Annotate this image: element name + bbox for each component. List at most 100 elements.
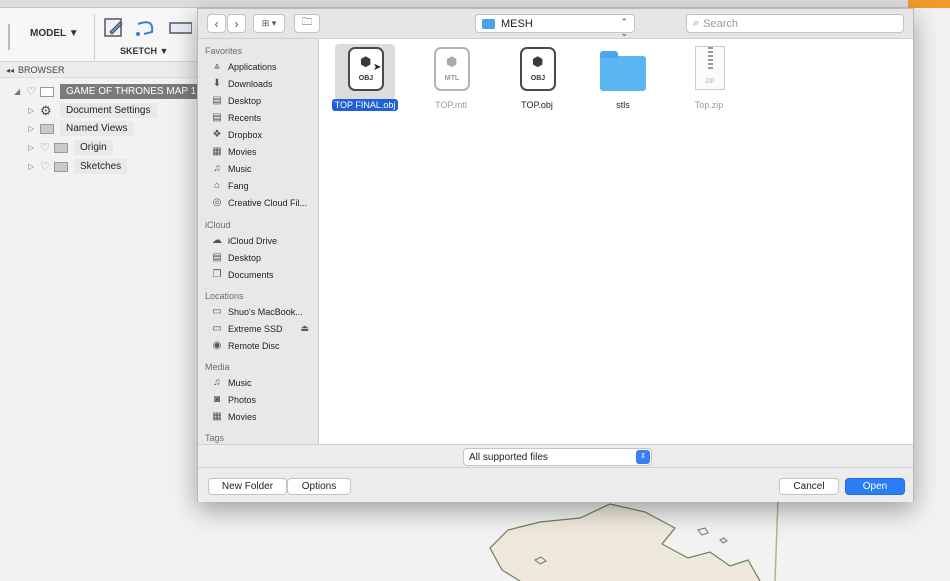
chevron-right-icon: › [234, 16, 239, 31]
file-name: stls [616, 100, 630, 110]
creative-cloud-icon: ◎ [212, 197, 222, 208]
expand-right-icon[interactable]: ▷ [28, 143, 40, 152]
new-folder-toolbar-button[interactable]: 🗀 [294, 14, 320, 33]
file-item-stls-folder[interactable]: stls [583, 44, 663, 124]
rectangle-icon[interactable] [168, 16, 192, 40]
sidebar-item-downloads[interactable]: ⬇ Downloads [211, 76, 317, 91]
sidebar-item-music[interactable]: ♫ Music [211, 161, 317, 176]
expand-right-icon[interactable]: ▷ [28, 162, 40, 171]
browser-item-label: Origin [74, 140, 113, 155]
folder-plus-icon: 🗀 [302, 17, 312, 28]
browser-title: BROWSER [18, 65, 65, 75]
map-sketch-outline[interactable] [430, 500, 790, 581]
search-field[interactable]: ⌕ [686, 14, 904, 33]
desktop-icon: ▤ [212, 95, 222, 106]
model-workspace-button[interactable]: MODEL ▼ [30, 28, 79, 39]
desktop-icon: ▤ [212, 252, 222, 263]
file-browser[interactable]: ⬢ OBJ ➤ TOP FINAL.obj ⬢ MTL TOP.mtl ⬢ OBJ T… [319, 39, 913, 444]
sketch-menu-button[interactable]: SKETCH ▼ [120, 46, 168, 56]
browser-item-origin[interactable]: ▷ ♡ Origin [28, 139, 113, 156]
folder-icon [54, 161, 68, 172]
sidebar-item-creative-cloud[interactable]: ◎ Creative Cloud Fil... [211, 195, 317, 210]
new-folder-button[interactable]: New Folder [208, 478, 287, 495]
sidebar-item-media-movies[interactable]: ▦ Movies [211, 409, 317, 424]
sidebar-item-desktop[interactable]: ▤ Desktop [211, 93, 317, 108]
folder-icon [600, 44, 646, 94]
movies-icon: ▦ [212, 411, 222, 422]
file-name: TOP.mtl [435, 100, 467, 110]
sidebar-item-label: Desktop [228, 95, 262, 106]
search-input[interactable] [703, 17, 894, 30]
cancel-button[interactable]: Cancel [779, 478, 839, 495]
expand-down-icon[interactable]: ◢ [14, 87, 26, 96]
sidebar-item-applications[interactable]: ⩓ Applications [211, 59, 317, 74]
file-item-top-mtl[interactable]: ⬢ MTL TOP.mtl [411, 44, 491, 124]
open-button[interactable]: Open [845, 478, 905, 495]
sidebar-item-icloud-drive[interactable]: ☁ iCloud Drive [211, 233, 317, 248]
downloads-icon: ⬇ [212, 78, 222, 89]
browser-item-label: Named Views [60, 121, 134, 136]
documents-icon: ❐ [212, 269, 222, 280]
sidebar-item-macbook[interactable]: ▭ Shuo's MacBook... [211, 304, 317, 319]
sidebar-item-recents[interactable]: ▤ Recents [211, 110, 317, 125]
lightbulb-icon[interactable]: ♡ [40, 141, 54, 154]
sidebar-item-label: Movies [228, 411, 257, 422]
updown-chevron-icon: ⇕ [636, 450, 650, 464]
lightbulb-icon[interactable]: ♡ [40, 160, 54, 173]
sidebar-item-label: Desktop [228, 252, 262, 263]
create-sketch-icon[interactable] [102, 16, 126, 40]
folder-icon [54, 142, 68, 153]
sidebar-item-label: Creative Cloud Fil... [228, 197, 308, 208]
sidebar-item-extreme-ssd[interactable]: ▭ Extreme SSD ⏏ [211, 321, 317, 336]
expand-right-icon[interactable]: ▷ [28, 124, 40, 133]
obj-file-icon: ⬢ OBJ [515, 44, 559, 94]
sidebar-item-label: Shuo's MacBook... [228, 306, 303, 317]
file-format-select[interactable]: All supported files ⇕ [463, 448, 652, 466]
sidebar-item-icloud-desktop[interactable]: ▤ Desktop [211, 250, 317, 265]
sidebar-item-remote-disc[interactable]: ◉ Remote Disc [211, 338, 317, 353]
sidebar-item-label: iCloud Drive [228, 235, 278, 246]
browser-item-document-settings[interactable]: ▷ ⚙ Document Settings [28, 102, 157, 119]
expand-right-icon[interactable]: ▷ [28, 106, 40, 115]
browser-item-named-views[interactable]: ▷ Named Views [28, 120, 134, 137]
forward-button[interactable]: › [227, 14, 246, 33]
collapse-arrows-icon[interactable]: ◂◂ [6, 66, 14, 75]
sidebar-item-documents[interactable]: ❐ Documents [211, 267, 317, 282]
location-popup[interactable]: MESH ⌃ ⌄ [475, 14, 635, 38]
sidebar-item-fang[interactable]: ⌂ Fang [211, 178, 317, 193]
browser-root[interactable]: ◢ ♡ GAME OF THRONES MAP 1 v1 [14, 83, 216, 100]
view-mode-button[interactable]: ⊞ ▾ [253, 14, 285, 33]
sidebar-item-media-music[interactable]: ♫ Music [211, 375, 317, 390]
app-toolbar: MODEL ▼ SKETCH ▼ [0, 8, 200, 62]
sidebar-item-label: Downloads [228, 78, 273, 89]
browser-item-sketches[interactable]: ▷ ♡ Sketches [28, 158, 128, 175]
dialog-sidebar: Favorites ⩓ Applications ⬇ Downloads ▤ Desk… [198, 39, 319, 444]
sidebar-item-dropbox[interactable]: ❖ Dropbox [211, 127, 317, 142]
toolbar-grip[interactable] [8, 24, 10, 50]
toolbar-divider [94, 14, 95, 60]
folder-icon [482, 18, 495, 29]
file-item-top-obj[interactable]: ⬢ OBJ TOP.obj [497, 44, 577, 124]
mtl-file-icon: ⬢ MTL [429, 44, 473, 94]
sidebar-item-photos[interactable]: ◙ Photos [211, 392, 317, 407]
lightbulb-icon[interactable]: ♡ [26, 85, 40, 98]
arc-icon[interactable] [134, 16, 158, 40]
gear-icon: ⚙ [40, 102, 52, 118]
options-button[interactable]: Options [287, 478, 351, 495]
file-name: Top.zip [694, 100, 724, 110]
home-icon: ⌂ [213, 180, 221, 191]
sidebar-item-movies[interactable]: ▦ Movies [211, 144, 317, 159]
file-item-top-zip[interactable]: ZIP Top.zip [669, 44, 749, 124]
eject-icon[interactable]: ⏏ [300, 323, 309, 334]
sidebar-item-label: Photos [228, 394, 257, 405]
file-item-top-final-obj[interactable]: ⬢ OBJ ➤ TOP FINAL.obj [325, 44, 405, 124]
dropbox-icon: ❖ [212, 129, 222, 140]
browser-item-label: Document Settings [60, 103, 157, 118]
app-titlebar [0, 0, 950, 8]
open-file-dialog: ‹ › ⊞ ▾ 🗀 MESH ⌃⌄ ⌕ Favorites ⩓ Applicati… [197, 8, 914, 502]
sidebar-item-label: Extreme SSD [228, 323, 283, 334]
sidebar-item-label: Documents [228, 269, 274, 280]
back-button[interactable]: ‹ [207, 14, 226, 33]
dialog-buttons: New Folder Options Cancel Open [198, 468, 913, 502]
browser-panel-header[interactable]: ◂◂ BROWSER [0, 62, 200, 78]
